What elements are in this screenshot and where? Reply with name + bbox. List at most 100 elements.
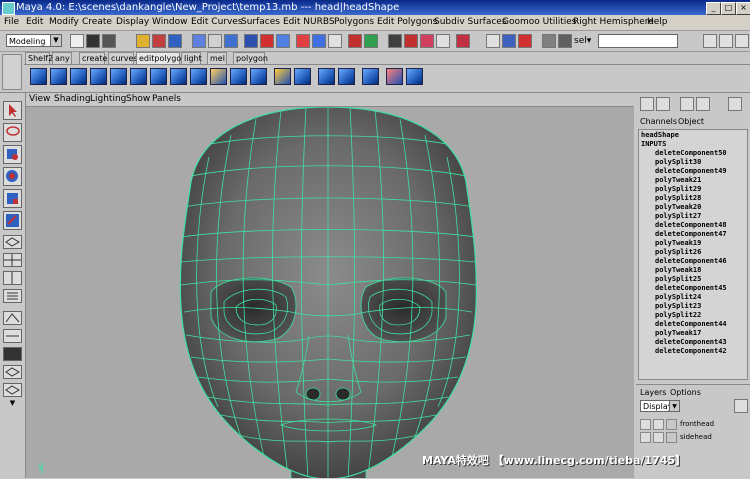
snap-point-icon[interactable] — [388, 34, 402, 48]
tab-object[interactable]: Object — [678, 117, 704, 126]
input-item[interactable]: polyTweak20 — [655, 203, 701, 212]
shelf-tab-editpolygon[interactable]: editpolygon — [136, 52, 186, 64]
duplicate-face-icon[interactable] — [362, 68, 379, 85]
input-item[interactable]: polySplit27 — [655, 212, 701, 221]
menu-subdiv-surfaces[interactable]: Subdiv Surfaces — [434, 17, 507, 27]
persp-layout-icon[interactable] — [3, 365, 22, 379]
menu-file[interactable]: File — [4, 17, 19, 27]
layer-only-icon[interactable] — [728, 97, 742, 111]
shelf-tab-curves[interactable]: curves — [108, 52, 138, 64]
menu-edit-curves[interactable]: Edit Curves — [191, 17, 243, 27]
channel-only-icon[interactable] — [696, 97, 710, 111]
bevel-icon[interactable] — [294, 68, 311, 85]
mask-handle-icon[interactable] — [296, 34, 310, 48]
quadrangulate-icon[interactable] — [250, 68, 267, 85]
input-item[interactable]: deleteComponent50 — [655, 149, 727, 158]
new-scene-icon[interactable] — [70, 34, 84, 48]
mask-edge-icon[interactable] — [224, 34, 238, 48]
layer-type-dropdown[interactable]: Display ▼ — [640, 400, 680, 412]
mask-pivot-icon[interactable] — [328, 34, 342, 48]
menu-polygons[interactable]: Polygons — [334, 17, 374, 27]
input-item[interactable]: polyTweak17 — [655, 329, 701, 338]
mask-face-icon[interactable] — [244, 34, 258, 48]
menu-help[interactable]: Help — [647, 17, 668, 27]
render-view-icon[interactable] — [558, 34, 572, 48]
input-item[interactable]: deleteComponent47 — [655, 230, 727, 239]
shelf-menu[interactable] — [2, 54, 22, 90]
outliner-layout-icon[interactable] — [3, 289, 22, 303]
mask-misc-icon[interactable] — [276, 34, 290, 48]
input-item[interactable]: polySplit26 — [655, 248, 701, 257]
delete-edge-icon[interactable] — [170, 68, 187, 85]
tab-channels[interactable]: Channels — [640, 117, 677, 126]
input-item[interactable]: polySplit24 — [655, 293, 701, 302]
panel-menu-view[interactable]: View — [29, 94, 50, 104]
shelf-tab-create[interactable]: create — [79, 52, 107, 64]
extrude-face-icon[interactable] — [30, 68, 47, 85]
open-scene-icon[interactable] — [86, 34, 100, 48]
maya-app-icon[interactable] — [2, 2, 15, 15]
menu-display[interactable]: Display — [116, 17, 149, 27]
head-mesh-wireframe[interactable]: y — [26, 107, 634, 478]
layer-name[interactable]: fronthead — [680, 420, 714, 428]
mask-uv-icon[interactable] — [260, 34, 274, 48]
panel-menu-lighting[interactable]: Lighting — [90, 94, 126, 104]
channel-box-toggle-icon[interactable] — [735, 34, 749, 48]
panel-menu-shading[interactable]: Shading — [54, 94, 91, 104]
input-item[interactable]: polySplit22 — [655, 311, 701, 320]
subdivide-icon[interactable] — [210, 68, 227, 85]
snap-view-icon[interactable] — [404, 34, 418, 48]
extrude-edge-icon[interactable] — [50, 68, 67, 85]
input-item[interactable]: deleteComponent45 — [655, 284, 727, 293]
menu-edit-polygons[interactable]: Edit Polygons — [377, 17, 437, 27]
menu-edit[interactable]: Edit — [26, 17, 43, 27]
manipulator-tool-icon[interactable] — [3, 211, 22, 230]
merge-edges-icon[interactable] — [130, 68, 147, 85]
maximize-button[interactable]: □ — [721, 2, 736, 15]
menu-goomoo-utilities[interactable]: Goomoo Utilities — [502, 17, 577, 27]
move-tool-icon[interactable] — [3, 145, 22, 164]
shelf-tab-shelf2[interactable]: Shelf2 — [25, 52, 53, 64]
smooth-icon[interactable] — [190, 68, 207, 85]
input-item[interactable]: polySplit30 — [655, 158, 701, 167]
menu-create[interactable]: Create — [82, 17, 112, 27]
layer-visibility-toggle[interactable] — [640, 432, 651, 443]
input-icon[interactable] — [436, 34, 450, 48]
sel-label[interactable]: sel▾ — [574, 36, 591, 46]
layer-row[interactable]: fronthead — [640, 419, 748, 431]
input-item[interactable]: deleteComponent49 — [655, 167, 727, 176]
cut-faces-icon[interactable] — [90, 68, 107, 85]
render-icon[interactable] — [502, 34, 516, 48]
save-scene-icon[interactable] — [102, 34, 116, 48]
input-item[interactable]: deleteComponent44 — [655, 320, 727, 329]
more-layouts-icon[interactable]: ▼ — [3, 399, 22, 409]
layer-name[interactable]: sidehead — [680, 433, 712, 441]
snap-curve-icon[interactable] — [364, 34, 378, 48]
mask-cross-icon[interactable] — [208, 34, 222, 48]
extract-icon[interactable] — [386, 68, 403, 85]
shelf-tab-any[interactable]: any — [52, 52, 72, 64]
channel-box-icon[interactable] — [640, 97, 654, 111]
viewport-panel[interactable]: View Shading Lighting Show Panels y — [26, 93, 634, 478]
close-button[interactable]: × — [736, 2, 750, 15]
shelf-tab-light[interactable]: light — [181, 52, 202, 64]
menu-window[interactable]: Window — [152, 17, 188, 27]
panel-menu-show[interactable]: Show — [126, 94, 150, 104]
menu-edit-nurbs[interactable]: Edit NURBS — [283, 17, 335, 27]
rotate-tool-icon[interactable] — [3, 167, 22, 186]
input-item[interactable]: polyTweak21 — [655, 176, 701, 185]
layer-row[interactable]: sidehead — [640, 432, 748, 444]
layer-editor-icon[interactable] — [656, 97, 670, 111]
node-name[interactable]: headShape — [641, 131, 679, 140]
poke-faces-icon[interactable] — [318, 68, 335, 85]
input-item[interactable]: polySplit29 — [655, 185, 701, 194]
sculpt-icon[interactable] — [274, 68, 291, 85]
two-pane-layout-icon[interactable] — [3, 271, 22, 285]
panel-menu-panels[interactable]: Panels — [152, 94, 181, 104]
collapse-icon[interactable] — [150, 68, 167, 85]
tool-settings-icon[interactable] — [719, 34, 733, 48]
input-item[interactable]: deleteComponent46 — [655, 257, 727, 266]
selection-input[interactable] — [598, 34, 678, 48]
mode-dropdown[interactable]: Modeling ▼ — [6, 34, 62, 47]
create-layer-icon[interactable] — [734, 399, 748, 413]
